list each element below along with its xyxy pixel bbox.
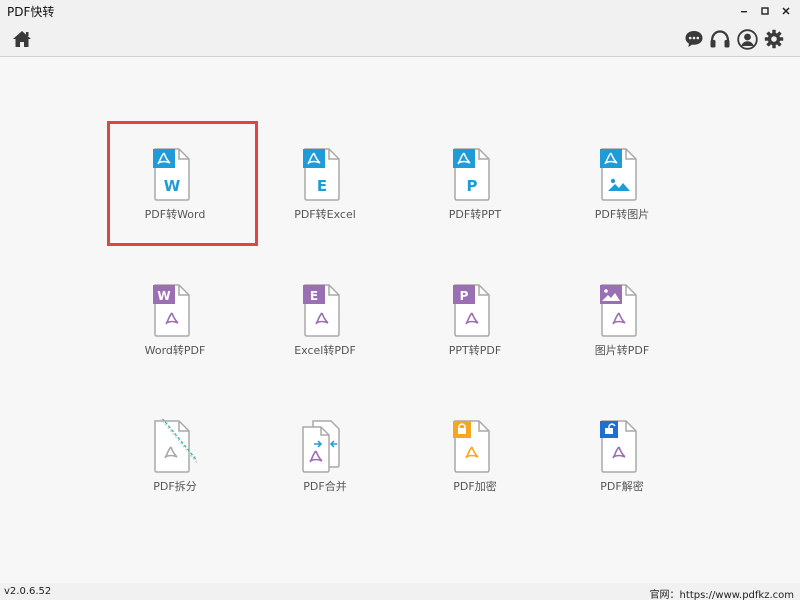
word-to-pdf-icon: W (145, 283, 197, 339)
svg-text:P: P (460, 289, 469, 303)
tool-excel-to-pdf[interactable]: E Excel转PDF (250, 261, 400, 381)
pdf-decrypt-icon (592, 419, 644, 475)
pdf-encrypt-icon (445, 419, 497, 475)
tool-pdf-split[interactable]: PDF拆分 (100, 397, 250, 517)
pdf-to-excel-icon: E (295, 147, 347, 203)
pdf-to-image-icon (592, 147, 644, 203)
chat-icon[interactable] (683, 28, 705, 50)
maximize-icon[interactable] (754, 0, 776, 21)
headset-icon[interactable] (709, 28, 731, 50)
tool-label: PDF转Word (144, 208, 206, 221)
tool-pdf-merge[interactable]: PDF合并 (250, 397, 400, 517)
tool-label: PDF加密 (453, 480, 497, 493)
pdf-to-word-icon: W (145, 147, 197, 203)
tool-ppt-to-pdf[interactable]: P PPT转PDF (400, 261, 550, 381)
tool-label: Word转PDF (144, 344, 206, 357)
tool-pdf-to-image[interactable]: PDF转图片 (547, 125, 697, 245)
tool-label: PPT转PDF (448, 344, 502, 357)
user-icon[interactable] (736, 28, 758, 50)
tool-label: PDF转图片 (594, 208, 650, 221)
pdf-to-ppt-icon: P (445, 147, 497, 203)
tool-label: PDF转PPT (448, 208, 502, 221)
close-icon[interactable] (775, 0, 797, 21)
svg-text:W: W (157, 289, 170, 303)
tool-label: PDF转Excel (294, 208, 356, 221)
tool-label: Excel转PDF (294, 344, 356, 357)
tool-pdf-decrypt[interactable]: PDF解密 (547, 397, 697, 517)
app-window: PDF快转 W PDF转Word E PDF转Excel P PDF转PPT P… (0, 0, 800, 600)
svg-text:P: P (467, 177, 478, 195)
version-label: v2.0.6.52 (4, 586, 52, 597)
excel-to-pdf-icon: E (295, 283, 347, 339)
tool-pdf-to-excel[interactable]: E PDF转Excel (250, 125, 400, 245)
tool-pdf-to-word[interactable]: W PDF转Word (100, 125, 250, 245)
tool-pdf-to-ppt[interactable]: P PDF转PPT (400, 125, 550, 245)
title-bar[interactable]: PDF快转 (0, 0, 800, 21)
tool-image-to-pdf[interactable]: 图片转PDF (547, 261, 697, 381)
ppt-to-pdf-icon: P (445, 283, 497, 339)
pdf-merge-icon (295, 419, 347, 475)
website-link[interactable]: 官网：https://www.pdfkz.com (650, 586, 794, 600)
toolbar (0, 21, 800, 57)
tool-label: PDF拆分 (153, 480, 197, 493)
tool-word-to-pdf[interactable]: W Word转PDF (100, 261, 250, 381)
home-icon[interactable] (11, 28, 33, 50)
svg-text:W: W (164, 177, 181, 195)
window-title: PDF快转 (7, 5, 55, 19)
tool-label: PDF解密 (600, 480, 644, 493)
image-to-pdf-icon (592, 283, 644, 339)
svg-text:E: E (317, 177, 327, 195)
svg-text:E: E (310, 289, 318, 303)
tool-pdf-encrypt[interactable]: PDF加密 (400, 397, 550, 517)
pdf-split-icon (145, 417, 200, 475)
status-bar: v2.0.6.52 官网：https://www.pdfkz.com (0, 583, 800, 600)
gear-icon[interactable] (763, 28, 785, 50)
tool-label: PDF合并 (303, 480, 347, 493)
minimize-icon[interactable] (733, 0, 755, 21)
tool-label: 图片转PDF (594, 344, 650, 357)
